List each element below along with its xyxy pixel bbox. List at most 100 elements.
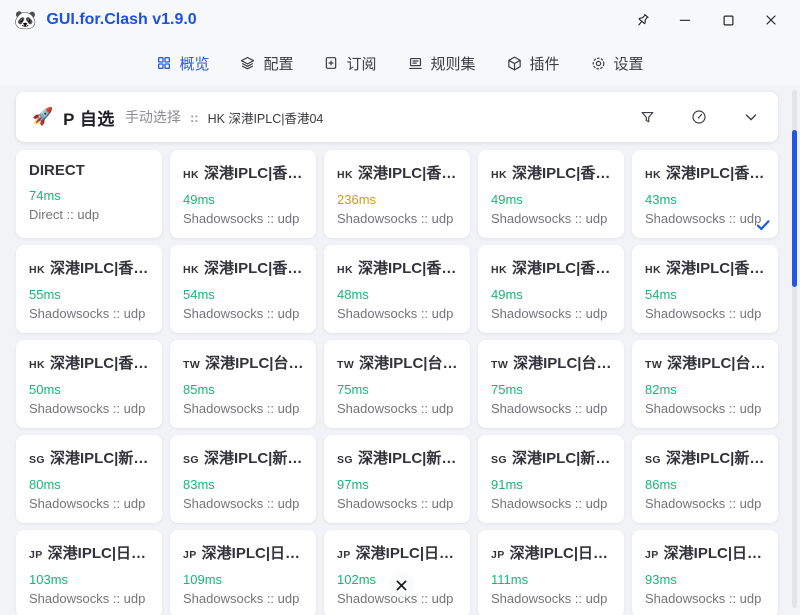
proxy-region-prefix: HK — [645, 264, 661, 276]
proxy-label: 深港IPLC|香… — [204, 162, 302, 183]
proxy-latency: 97ms — [337, 477, 458, 492]
proxy-label: 深港IPLC|香… — [358, 257, 456, 278]
proxy-label: 深港IPLC|日… — [202, 542, 300, 563]
proxy-region-prefix: JP — [337, 549, 351, 561]
proxy-card[interactable]: SG 深港IPLC|新… 83ms Shadowsocks :: udp — [170, 435, 316, 523]
group-selected-proxy: HK 深港IPLC|香港04 — [208, 108, 324, 127]
proxy-name: SG 深港IPLC|新… — [337, 447, 458, 468]
proxy-latency: 75ms — [337, 382, 458, 397]
proxy-label: 深港IPLC|香… — [666, 257, 764, 278]
minimize-icon[interactable] — [670, 6, 700, 34]
chevron-down-icon[interactable] — [740, 106, 762, 128]
proxy-card[interactable]: JP 深港IPLC|日… 111ms Shadowsocks :: udp — [478, 530, 624, 615]
proxy-card[interactable]: HK 深港IPLC|香… 55ms Shadowsocks :: udp — [16, 245, 162, 333]
tab-plugins[interactable]: 插件 — [506, 53, 560, 74]
proxy-name: JP 深港IPLC|日… — [645, 542, 766, 563]
proxy-label: 深港IPLC|香… — [666, 162, 764, 183]
proxy-card[interactable]: TW 深港IPLC|台… 75ms Shadowsocks :: udp — [324, 340, 470, 428]
proxy-card[interactable]: HK 深港IPLC|香… 49ms Shadowsocks :: udp — [478, 245, 624, 333]
proxy-latency: 93ms — [645, 572, 766, 587]
collapse-group-close-icon[interactable] — [388, 572, 414, 598]
proxy-latency: 49ms — [491, 192, 612, 207]
tab-profiles[interactable]: 配置 — [239, 53, 293, 74]
proxy-group-header[interactable]: 🚀 P 自选 手动选择 :: HK 深港IPLC|香港04 — [16, 92, 778, 142]
proxy-name: SG 深港IPLC|新… — [183, 447, 304, 468]
proxy-region-prefix: TW — [491, 359, 508, 371]
pin-window-icon[interactable] — [627, 6, 657, 34]
proxy-card[interactable]: JP 深港IPLC|日… 109ms Shadowsocks :: udp — [170, 530, 316, 615]
proxy-card[interactable]: HK 深港IPLC|香… 50ms Shadowsocks :: udp — [16, 340, 162, 428]
proxy-protocol: Shadowsocks :: udp — [491, 591, 612, 606]
proxy-latency: 74ms — [29, 188, 150, 203]
proxy-latency: 103ms — [29, 572, 150, 587]
group-name: P 自选 — [63, 105, 115, 130]
maximize-icon[interactable] — [713, 6, 743, 34]
proxy-latency: 43ms — [645, 192, 766, 207]
proxy-region-prefix: TW — [337, 359, 354, 371]
proxy-card[interactable]: TW 深港IPLC|台… 75ms Shadowsocks :: udp — [478, 340, 624, 428]
close-icon[interactable] — [756, 6, 786, 34]
proxy-card[interactable]: DIRECT 74ms Direct :: udp — [16, 150, 162, 238]
proxy-name: HK 深港IPLC|香… — [29, 352, 150, 373]
filter-funnel-icon[interactable] — [637, 107, 658, 128]
proxy-protocol: Shadowsocks :: udp — [645, 496, 766, 511]
proxy-card[interactable]: SG 深港IPLC|新… 97ms Shadowsocks :: udp — [324, 435, 470, 523]
proxy-card[interactable]: HK 深港IPLC|香… 43ms Shadowsocks :: udp — [632, 150, 778, 238]
tab-settings[interactable]: 设置 — [590, 53, 644, 74]
app-logo-panda-icon: 🐼 — [14, 11, 36, 29]
proxy-latency: 49ms — [183, 192, 304, 207]
group-actions — [637, 106, 762, 128]
proxy-card[interactable]: HK 深港IPLC|香… 54ms Shadowsocks :: udp — [632, 245, 778, 333]
proxy-card[interactable]: TW 深港IPLC|台… 82ms Shadowsocks :: udp — [632, 340, 778, 428]
proxy-card[interactable]: JP 深港IPLC|日… 103ms Shadowsocks :: udp — [16, 530, 162, 615]
overview-page: 🚀 P 自选 手动选择 :: HK 深港IPLC|香港04 — [0, 86, 800, 615]
tab-rulesets[interactable]: 规则集 — [407, 53, 476, 74]
proxy-card[interactable]: HK 深港IPLC|香… 49ms Shadowsocks :: udp — [170, 150, 316, 238]
tab-label: 规则集 — [431, 53, 476, 74]
proxy-name: HK 深港IPLC|香… — [183, 257, 304, 278]
proxy-name: JP 深港IPLC|日… — [491, 542, 612, 563]
proxy-protocol: Shadowsocks :: udp — [645, 306, 766, 321]
proxy-latency: 75ms — [491, 382, 612, 397]
proxy-region-prefix: JP — [29, 549, 43, 561]
proxy-card[interactable]: HK 深港IPLC|香… 49ms Shadowsocks :: udp — [478, 150, 624, 238]
proxy-card[interactable]: JP 深港IPLC|日… 93ms Shadowsocks :: udp — [632, 530, 778, 615]
proxy-protocol: Shadowsocks :: udp — [337, 401, 458, 416]
proxy-region-prefix: SG — [337, 454, 353, 466]
proxy-card[interactable]: TW 深港IPLC|台… 85ms Shadowsocks :: udp — [170, 340, 316, 428]
proxy-region-prefix: SG — [183, 454, 199, 466]
tab-label: 插件 — [530, 53, 560, 74]
proxy-name: DIRECT — [29, 162, 150, 179]
proxy-latency: 85ms — [183, 382, 304, 397]
proxy-protocol: Shadowsocks :: udp — [337, 211, 458, 226]
scrollbar-track[interactable] — [792, 90, 797, 608]
proxy-label: 深港IPLC|香… — [204, 257, 302, 278]
tab-overview[interactable]: 概览 — [156, 53, 209, 74]
proxy-card[interactable]: HK 深港IPLC|香… 54ms Shadowsocks :: udp — [170, 245, 316, 333]
proxy-protocol: Direct :: udp — [29, 207, 150, 222]
proxy-region-prefix: HK — [29, 359, 45, 371]
window-controls — [627, 6, 786, 34]
scrollbar-thumb[interactable] — [792, 130, 797, 287]
speed-test-gauge-icon[interactable] — [688, 106, 710, 128]
proxy-region-prefix: SG — [29, 454, 45, 466]
proxy-label: 深港IPLC|台… — [359, 352, 457, 373]
proxy-latency: 91ms — [491, 477, 612, 492]
tab-subscriptions[interactable]: 订阅 — [323, 53, 376, 74]
layers-icon — [239, 55, 256, 72]
proxy-region-prefix: JP — [491, 549, 505, 561]
proxy-region-prefix: TW — [183, 359, 200, 371]
proxy-name: TW 深港IPLC|台… — [645, 352, 766, 373]
proxy-card[interactable]: SG 深港IPLC|新… 91ms Shadowsocks :: udp — [478, 435, 624, 523]
tab-label: 订阅 — [346, 53, 376, 74]
proxy-label: DIRECT — [29, 162, 85, 179]
proxy-label: 深港IPLC|日… — [510, 542, 608, 563]
proxy-protocol: Shadowsocks :: udp — [491, 401, 612, 416]
proxy-card[interactable]: HK 深港IPLC|香… 48ms Shadowsocks :: udp — [324, 245, 470, 333]
proxy-card[interactable]: SG 深港IPLC|新… 80ms Shadowsocks :: udp — [16, 435, 162, 523]
proxy-card[interactable]: SG 深港IPLC|新… 86ms Shadowsocks :: udp — [632, 435, 778, 523]
proxy-card[interactable]: HK 深港IPLC|香… 236ms Shadowsocks :: udp — [324, 150, 470, 238]
proxy-protocol: Shadowsocks :: udp — [29, 306, 150, 321]
proxy-region-prefix: JP — [645, 549, 659, 561]
settings-gear-icon — [590, 55, 607, 72]
